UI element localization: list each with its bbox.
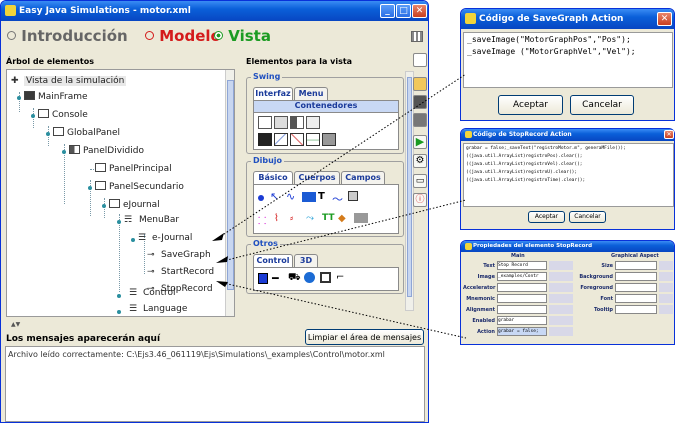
callout-lines [212,73,467,339]
callout-arrowhead [212,233,224,241]
callout-line-startrecord [218,199,467,263]
callout-line-stoprecord [218,281,467,339]
callout-arrowhead [216,256,228,263]
callout-arrowhead [216,281,228,287]
callout-line-savegraph [214,73,467,241]
